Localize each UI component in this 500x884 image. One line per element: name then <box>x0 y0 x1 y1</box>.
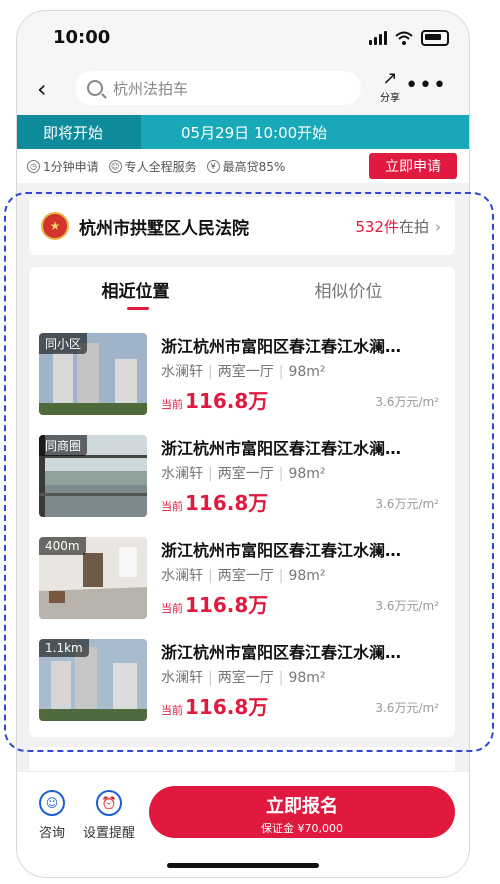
listing-tag: 400m <box>39 537 86 555</box>
listing-tag: 同小区 <box>39 333 88 354</box>
search-input[interactable]: 杭州法拍车 <box>75 71 361 105</box>
status-icons <box>369 30 449 46</box>
auction-banner: 即将开始 05月29日 10:00开始 <box>17 115 469 149</box>
listing-details: 水澜轩 | 两室一厅 | 98m² <box>161 364 326 380</box>
feature-item: ¥ 最高贷85% <box>206 158 285 175</box>
back-icon[interactable]: ‹ <box>37 75 47 103</box>
listing-price: 当前 116.8万 <box>161 695 269 719</box>
auction-status: 即将开始 <box>17 115 141 149</box>
phone-frame: 10:00 ‹ 杭州法拍车 ↗ 分享 ••• 即将开始 05月29日 10:00… <box>16 10 470 878</box>
chat-icon: ☺ <box>39 790 65 816</box>
search-placeholder: 杭州法拍车 <box>113 79 189 98</box>
apply-loan-button[interactable]: 立即申请 <box>369 153 457 179</box>
listing-item[interactable]: 同商圈 浙江杭州市富阳区春江春江水澜… 水澜轩 | 两室一厅 | 98m² 当前 116.… <box>39 435 445 521</box>
bottom-action-bar: ☺ 咨询 ⏰ 设置提醒 立即报名 保证金 ¥70,000 <box>17 771 469 877</box>
battery-icon <box>421 30 449 46</box>
register-button[interactable]: 立即报名 保证金 ¥70,000 <box>149 786 455 838</box>
court-listing-count: 532件在拍 › <box>355 217 441 236</box>
listing-tag: 1.1km <box>39 639 89 657</box>
person-icon: ☺ <box>108 159 122 173</box>
listing-item[interactable]: 1.1km 浙江杭州市富阳区春江春江水澜… 水澜轩 | 两室一厅 | 98m² 当前 11… <box>39 639 445 725</box>
court-emblem-icon: ★ <box>41 212 69 240</box>
feature-item: ◷ 1分钟申请 <box>27 158 99 175</box>
listing-title: 浙江杭州市富阳区春江春江水澜… <box>161 541 402 560</box>
listing-tabs: 相近位置 相似价位 <box>29 267 455 317</box>
signal-icon <box>369 31 387 45</box>
listing-photo: 同商圈 <box>39 435 147 517</box>
auction-start-time: 05月29日 10:00开始 <box>181 123 328 142</box>
listing-title: 浙江杭州市富阳区春江春江水澜… <box>161 643 402 662</box>
search-icon <box>87 80 103 96</box>
clock-icon: ◷ <box>27 159 40 173</box>
listing-price: 当前 116.8万 <box>161 491 269 515</box>
listing-title: 浙江杭州市富阳区春江春江水澜… <box>161 439 402 458</box>
listing-price: 当前 116.8万 <box>161 593 269 617</box>
coin-icon: ¥ <box>206 159 220 173</box>
listing-details: 水澜轩 | 两室一厅 | 98m² <box>161 670 326 686</box>
home-indicator <box>167 863 319 868</box>
listing-photo: 同小区 <box>39 333 147 415</box>
court-name: 杭州市拱墅区人民法院 <box>79 218 249 239</box>
consult-button[interactable]: ☺ 咨询 <box>39 790 65 841</box>
listing-unit-price: 3.6万元/m² <box>375 497 439 511</box>
similar-listings-card: 相近位置 相似价位 同小区 浙江杭州市富阳区春江春江水澜… 水澜轩 | 两室一厅 | 9… <box>29 267 455 737</box>
court-card[interactable]: ★ 杭州市拱墅区人民法院 532件在拍 › <box>29 197 455 255</box>
listing-photo: 1.1km <box>39 639 147 721</box>
set-reminder-button[interactable]: ⏰ 设置提醒 <box>83 790 135 841</box>
listing-details: 水澜轩 | 两室一厅 | 98m² <box>161 466 326 482</box>
listing-title: 浙江杭州市富阳区春江春江水澜… <box>161 337 402 356</box>
listing-tag: 同商圈 <box>39 435 88 456</box>
listing-photo: 400m <box>39 537 147 619</box>
listing-item[interactable]: 同小区 浙江杭州市富阳区春江春江水澜… 水澜轩 | 两室一厅 | 98m² 当前 116.… <box>39 333 445 419</box>
tab-indicator <box>127 307 149 310</box>
chevron-right-icon: › <box>435 217 441 236</box>
deposit-amount: 保证金 ¥70,000 <box>261 822 343 835</box>
listing-unit-price: 3.6万元/m² <box>375 701 439 715</box>
register-label: 立即报名 <box>266 796 338 817</box>
listing-details: 水澜轩 | 两室一厅 | 98m² <box>161 568 326 584</box>
share-label: 分享 <box>380 93 400 104</box>
reminder-label: 设置提醒 <box>83 826 136 841</box>
nav-bar: ‹ 杭州法拍车 ↗ 分享 ••• <box>17 63 469 113</box>
loan-feature-bar: ◷ 1分钟申请 ☺ 专人全程服务 ¥ 最高贷85% 立即申请 <box>17 149 469 183</box>
listing-unit-price: 3.6万元/m² <box>375 395 439 409</box>
wifi-icon <box>395 31 413 45</box>
listing-price: 当前 116.8万 <box>161 389 269 413</box>
listing-item[interactable]: 400m 浙江杭州市富阳区春江春江水澜… 水澜轩 | 两室一厅 | 98m² 当前 116… <box>39 537 445 623</box>
listing-unit-price: 3.6万元/m² <box>375 599 439 613</box>
more-icon[interactable]: ••• <box>405 73 447 98</box>
share-icon: ↗ <box>382 68 398 89</box>
status-bar: 10:00 <box>17 11 469 63</box>
consult-label: 咨询 <box>39 826 66 841</box>
share-button[interactable]: ↗ 分享 <box>375 68 405 105</box>
status-time: 10:00 <box>53 27 111 48</box>
alarm-clock-icon: ⏰ <box>96 790 122 816</box>
tab-similar-price[interactable]: 相似价位 <box>242 267 455 317</box>
feature-item: ☺ 专人全程服务 <box>108 158 197 175</box>
